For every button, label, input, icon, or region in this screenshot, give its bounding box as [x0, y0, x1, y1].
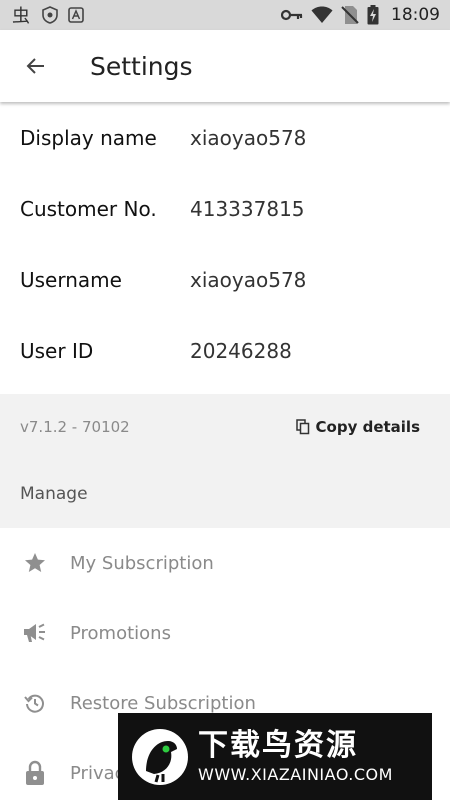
menu-item-promotions[interactable]: Promotions: [0, 598, 450, 668]
info-value: xiaoyao578: [190, 267, 307, 292]
watermark-overlay: 下载鸟资源 WWW.XIAZAINIAO.COM: [118, 713, 432, 800]
restore-icon: [22, 690, 48, 716]
manage-header-label: Manage: [20, 484, 88, 504]
meta-section: v7.1.2 - 70102 Copy details Manage: [0, 394, 450, 528]
info-label: Username: [20, 267, 122, 292]
info-row-customer-no: Customer No. 413337815: [0, 173, 450, 244]
arrow-left-icon: [26, 58, 44, 74]
shield-icon: [42, 6, 58, 24]
copy-details-button[interactable]: Copy details: [295, 418, 420, 436]
menu-item-label: My Subscription: [70, 552, 214, 574]
app-bar: Settings: [0, 30, 450, 102]
bird-logo-icon: [128, 725, 192, 789]
key-icon: [281, 8, 303, 22]
info-value: 20246288: [190, 338, 292, 363]
version-text: v7.1.2 - 70102: [20, 418, 130, 436]
watermark-url: WWW.XIAZAINIAO.COM: [198, 764, 393, 784]
lock-icon: [22, 760, 48, 786]
star-icon: [22, 550, 48, 576]
watermark-text: 下载鸟资源 WWW.XIAZAINIAO.COM: [198, 728, 393, 786]
info-row-username: Username xiaoyao578: [0, 244, 450, 315]
status-time: 18:09: [391, 5, 440, 25]
no-sim-icon: [341, 5, 359, 25]
info-label: User ID: [20, 338, 94, 363]
svg-text:虫: 虫: [12, 6, 30, 25]
info-label: Customer No.: [20, 196, 157, 221]
menu-item-label: Promotions: [70, 622, 171, 644]
info-row-user-id: User ID 20246288: [0, 315, 450, 386]
watermark-title: 下载鸟资源: [198, 727, 358, 763]
account-info-list: Display name xiaoyao578 Customer No. 413…: [0, 102, 450, 386]
version-row: v7.1.2 - 70102 Copy details: [0, 394, 450, 460]
info-row-display-name: Display name xiaoyao578: [0, 102, 450, 173]
status-left-icons: 虫: [12, 5, 84, 25]
copy-details-label: Copy details: [315, 418, 420, 436]
status-right-icons: 18:09: [281, 5, 440, 25]
menu-item-my-subscription[interactable]: My Subscription: [0, 528, 450, 598]
manage-header: Manage: [0, 460, 450, 528]
status-bar: 虫 18:09: [0, 0, 450, 30]
info-value: xiaoyao578: [190, 125, 307, 150]
a-letter-icon: [68, 7, 84, 23]
copy-icon: [295, 419, 309, 435]
menu-item-label: Restore Subscription: [70, 692, 256, 714]
back-button[interactable]: [12, 42, 60, 90]
page-title: Settings: [90, 51, 193, 81]
wifi-icon: [311, 6, 333, 24]
megaphone-icon: [22, 620, 48, 646]
info-value: 413337815: [190, 196, 305, 221]
bug-icon: 虫: [12, 5, 32, 25]
info-label: Display name: [20, 125, 157, 150]
battery-charging-icon: [367, 5, 379, 25]
